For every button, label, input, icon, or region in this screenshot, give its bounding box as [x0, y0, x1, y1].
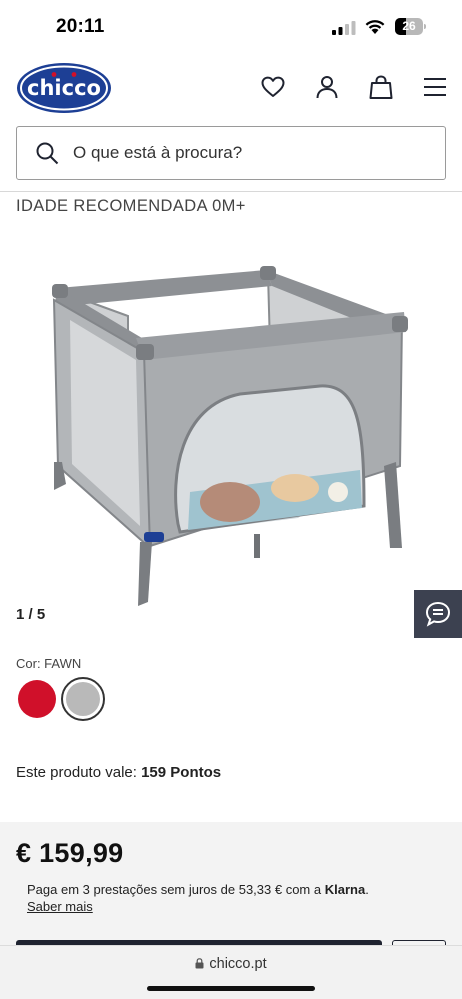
klarna-installments: Paga em 3 prestações sem juros de 53,33 … [27, 882, 369, 897]
klarna-brand: Klarna [324, 882, 366, 897]
status-bar: 20:11 26 [0, 0, 462, 54]
lock-icon [195, 958, 204, 969]
points-value: 159 Pontos [141, 764, 222, 781]
status-time: 20:11 [56, 16, 105, 37]
color-label: Cor: FAWN [16, 656, 82, 671]
account-button[interactable] [312, 72, 342, 102]
header-divider [0, 191, 462, 192]
browser-address-bar[interactable]: chicco.pt [0, 945, 462, 999]
chat-icon [425, 601, 451, 627]
wifi-icon [365, 20, 385, 34]
points-prefix: Este produto vale: [16, 764, 137, 781]
cart-button[interactable] [366, 72, 396, 102]
home-indicator [147, 986, 315, 991]
loyalty-points: Este produto vale: 159 Pontos [16, 764, 221, 781]
color-swatch-red[interactable] [18, 680, 56, 718]
product-price: € 159,99 [16, 838, 124, 868]
menu-button[interactable] [420, 72, 450, 102]
heart-icon [261, 76, 285, 97]
color-swatch-grey[interactable] [61, 677, 105, 721]
site-header: chicco [0, 56, 462, 120]
search-input[interactable] [73, 143, 413, 163]
user-icon [316, 76, 338, 99]
menu-icon [424, 78, 446, 96]
cellular-signal-icon [332, 21, 356, 35]
search-icon [36, 142, 59, 165]
color-swatch-grey-fill [66, 682, 100, 716]
search-box[interactable] [16, 126, 446, 180]
url-text: chicco.pt [209, 956, 267, 972]
url-display[interactable]: chicco.pt [0, 956, 462, 972]
saber-mais-link[interactable]: Saber mais [27, 899, 93, 914]
klarna-text: Paga em 3 prestações sem juros de 53,33 … [27, 882, 322, 897]
chicco-logo[interactable]: chicco [16, 62, 112, 114]
wishlist-button[interactable] [258, 72, 288, 102]
battery-indicator: 26 [395, 18, 427, 35]
klarna-suffix: . [365, 882, 369, 897]
recommended-age-label: IDADE RECOMENDADA 0M+ [16, 197, 246, 215]
battery-level: 26 [402, 19, 416, 33]
gallery-counter: 1 / 5 [16, 606, 46, 623]
svg-text:chicco: chicco [27, 76, 101, 100]
chat-button[interactable] [414, 590, 462, 638]
product-image[interactable] [40, 256, 420, 616]
bag-icon [369, 75, 393, 99]
